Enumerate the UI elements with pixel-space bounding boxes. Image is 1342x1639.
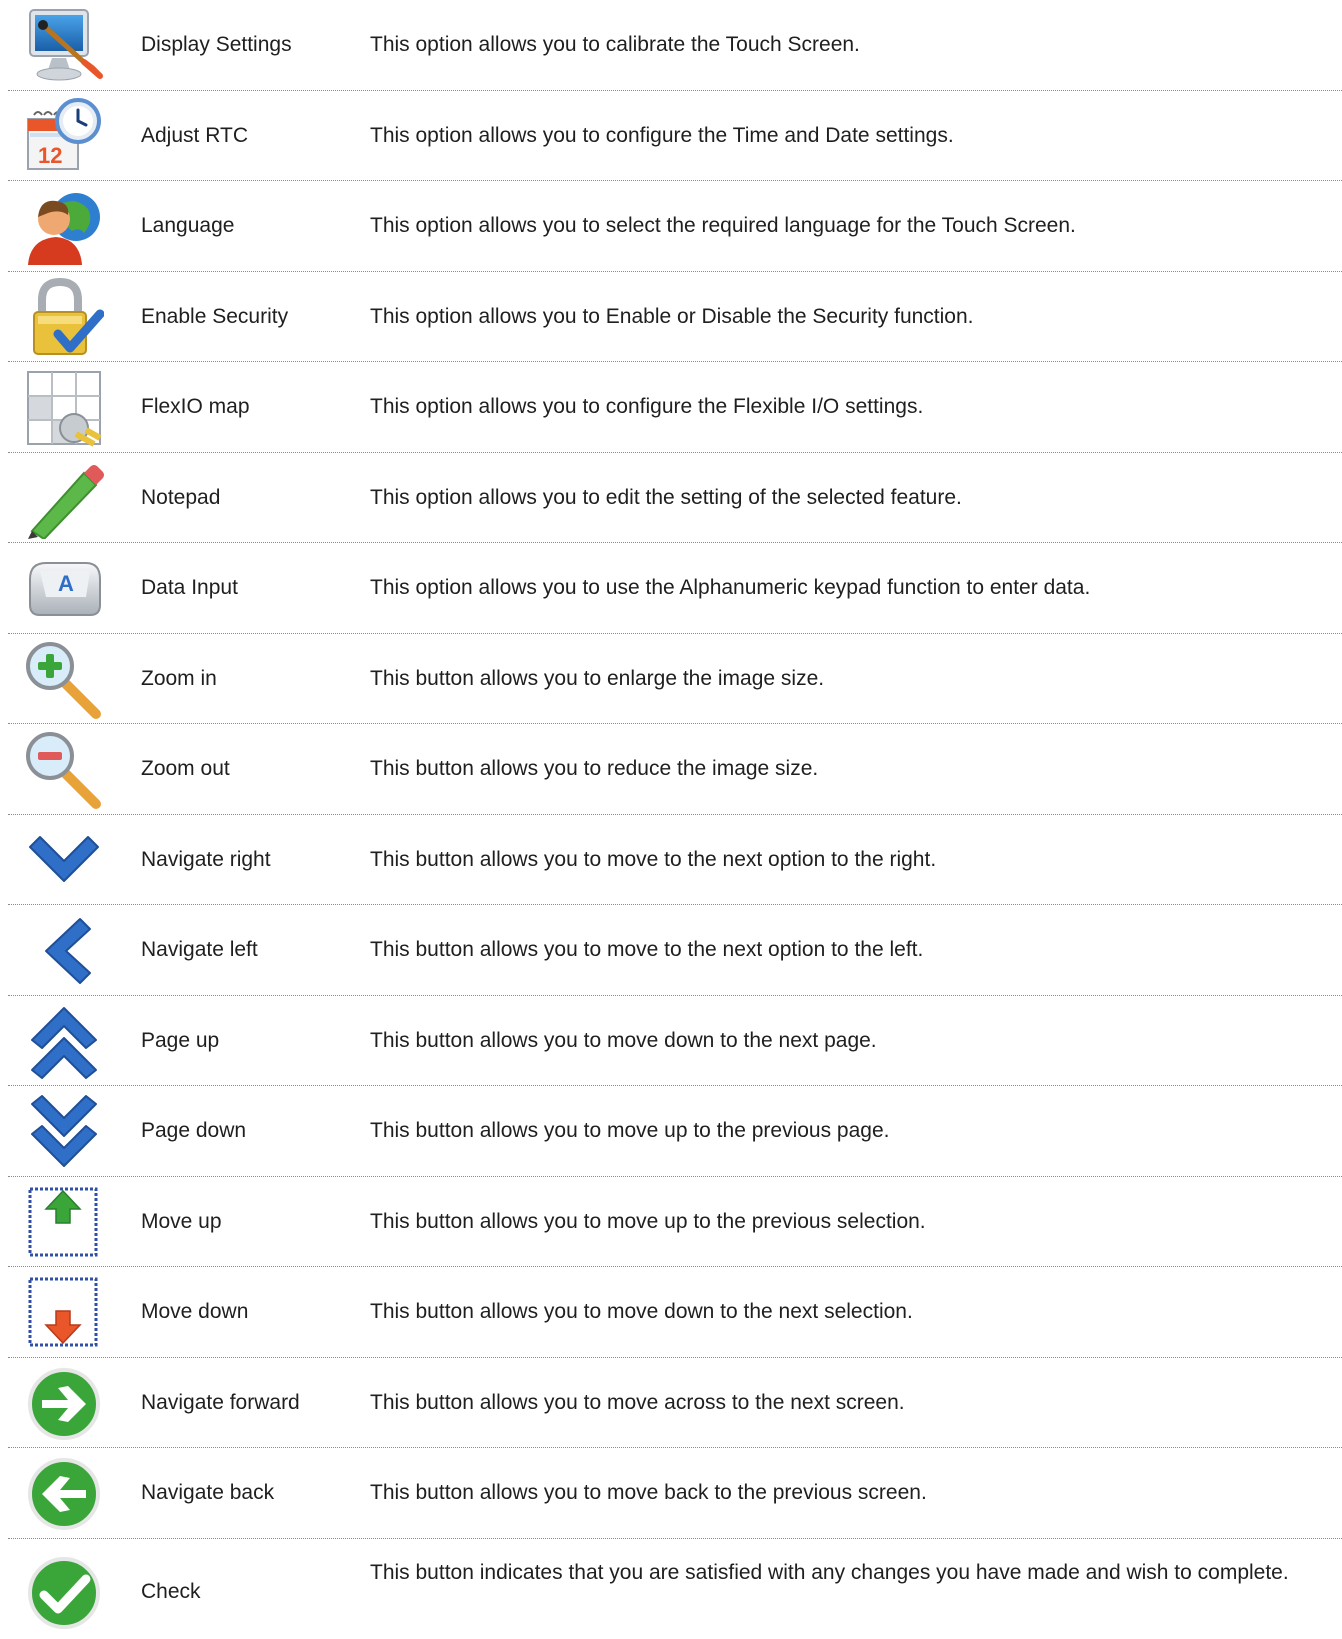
- table-row: Navigate right This button allows you to…: [8, 815, 1342, 905]
- item-description: This option allows you to calibrate the …: [370, 33, 860, 56]
- table-row: Display Settings This option allows you …: [8, 0, 1342, 91]
- table-row: 12 Adjust RTC This option allows you to …: [8, 91, 1342, 181]
- table-row: Navigate back This button allows you to …: [8, 1448, 1342, 1539]
- monitor-brush-icon: [24, 6, 104, 86]
- item-description: This option allows you to use the Alphan…: [370, 576, 1091, 599]
- item-description: This button allows you to reduce the ima…: [370, 757, 819, 780]
- item-name: Navigate right: [141, 847, 271, 871]
- pencil-icon: [24, 459, 104, 539]
- padlock-check-icon: [24, 277, 104, 358]
- item-description: This button allows you to move up to the…: [370, 1209, 926, 1233]
- arrow-right-circle-icon: [24, 1364, 104, 1444]
- move-down-arrow-icon: [24, 1273, 104, 1353]
- item-description: This button allows you to move up to the…: [370, 1119, 890, 1142]
- item-name: Adjust RTC: [141, 123, 248, 147]
- table-row: Navigate forward This button allows you …: [8, 1358, 1342, 1448]
- item-description: This option allows you to configure the …: [370, 395, 924, 418]
- item-name: Navigate back: [141, 1481, 275, 1504]
- item-description: This button allows you to move across to…: [370, 1390, 905, 1414]
- item-name: Language: [141, 214, 235, 237]
- zoom-out-icon: [24, 730, 104, 810]
- item-name: Notepad: [141, 485, 221, 509]
- item-description: This option allows you to configure the …: [370, 123, 954, 147]
- double-chevron-down-icon: [24, 1092, 104, 1172]
- zoom-in-icon: [24, 640, 104, 720]
- item-name: Enable Security: [141, 304, 289, 328]
- item-name: Move down: [141, 1300, 249, 1323]
- table-row: Enable Security This option allows you t…: [8, 272, 1342, 362]
- table-row: Move down This button allows you to move…: [8, 1267, 1342, 1358]
- table-row: Page up This button allows you to move d…: [8, 996, 1342, 1086]
- item-description: This option allows you to edit the setti…: [370, 485, 962, 509]
- table-row: A Data Input This option allows you to u…: [8, 543, 1342, 634]
- item-name: Navigate forward: [141, 1390, 300, 1414]
- table-row: Zoom in This button allows you to enlarg…: [8, 634, 1342, 724]
- item-description: This button allows you to move down to t…: [370, 1300, 913, 1323]
- svg-text:A: A: [58, 571, 74, 596]
- user-globe-icon: [24, 187, 104, 267]
- item-name: Move up: [141, 1209, 222, 1233]
- item-name: Data Input: [141, 576, 238, 599]
- item-name: Page up: [141, 1028, 220, 1052]
- table-row: Navigate left This button allows you to …: [8, 905, 1342, 996]
- check-circle-icon: [24, 1553, 104, 1633]
- svg-text:12: 12: [38, 143, 62, 168]
- arrow-left-circle-icon: [24, 1454, 104, 1534]
- item-description: This button indicates that you are satis…: [370, 1560, 1289, 1584]
- icon-reference-table: Display Settings This option allows you …: [8, 0, 1342, 1639]
- table-row: FlexIO map This option allows you to con…: [8, 362, 1342, 453]
- item-name: Page down: [141, 1119, 247, 1142]
- item-description: This button allows you to move to the ne…: [370, 938, 924, 961]
- item-name: Check: [141, 1579, 201, 1603]
- item-description: This option allows you to select the req…: [370, 214, 1076, 237]
- table-row: Notepad This option allows you to edit t…: [8, 453, 1342, 543]
- item-description: This button allows you to move to the ne…: [370, 847, 937, 871]
- grid-plug-icon: [24, 368, 104, 448]
- move-up-arrow-icon: [24, 1183, 104, 1263]
- table-row: Page down This button allows you to move…: [8, 1086, 1342, 1177]
- item-name: FlexIO map: [141, 395, 250, 418]
- chevron-down-icon: [24, 821, 104, 901]
- table-row: Zoom out This button allows you to reduc…: [8, 724, 1342, 815]
- calendar-clock-icon: 12: [24, 97, 104, 177]
- item-name: Zoom out: [141, 757, 230, 780]
- table-row: Check This button indicates that you are…: [8, 1539, 1342, 1639]
- item-name: Display Settings: [141, 33, 292, 56]
- keyboard-key-icon: A: [24, 549, 104, 629]
- item-name: Zoom in: [141, 666, 217, 690]
- table-row: Language This option allows you to selec…: [8, 181, 1342, 272]
- double-chevron-up-icon: [24, 1002, 104, 1082]
- item-description: This button allows you to move down to t…: [370, 1028, 877, 1052]
- chevron-left-icon: [24, 911, 104, 991]
- item-description: This button allows you to move back to t…: [370, 1481, 927, 1504]
- item-name: Navigate left: [141, 938, 258, 961]
- item-description: This button allows you to enlarge the im…: [370, 666, 825, 690]
- item-description: This option allows you to Enable or Disa…: [370, 304, 974, 328]
- table-row: Move up This button allows you to move u…: [8, 1177, 1342, 1267]
